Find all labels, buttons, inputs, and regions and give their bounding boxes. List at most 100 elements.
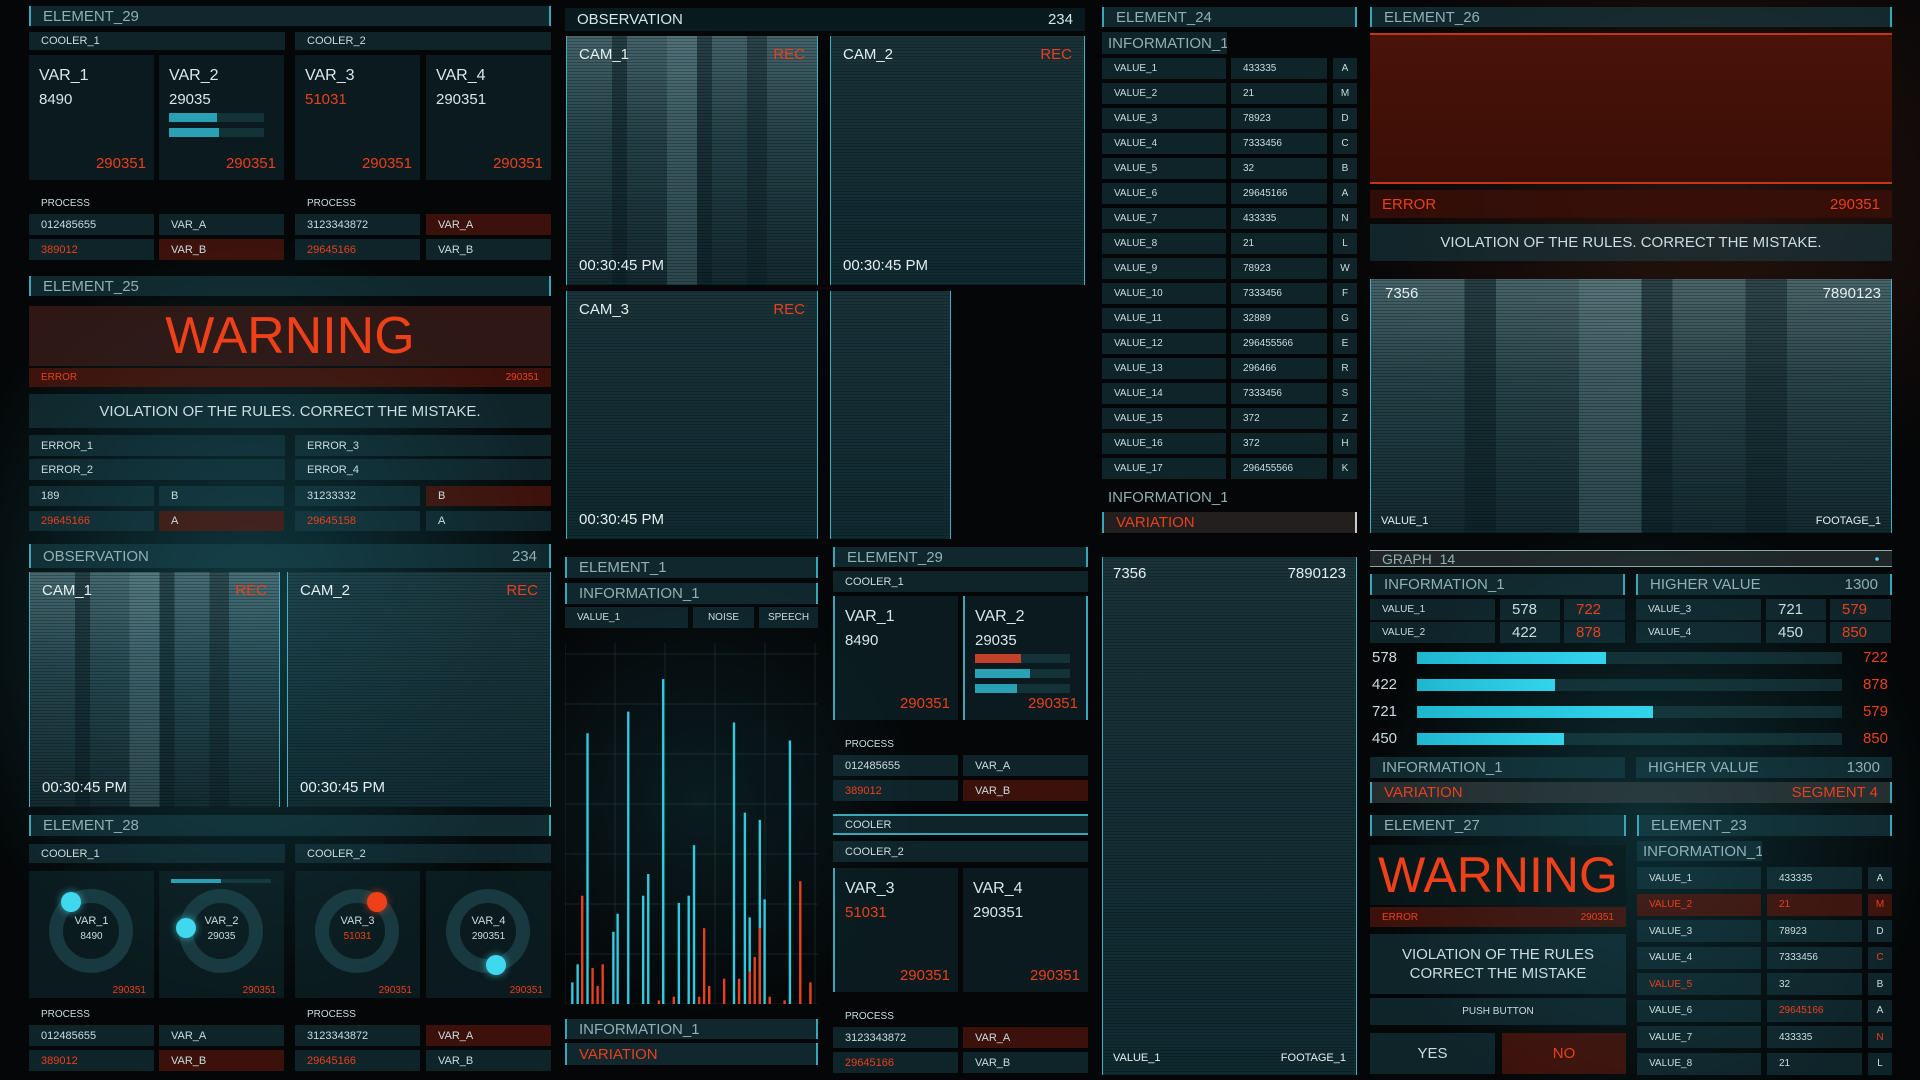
- dial-label: VAR_3: [340, 915, 375, 927]
- red-bar: [581, 895, 584, 1004]
- value-row-value: 7333456: [1231, 383, 1327, 404]
- no-button[interactable]: NO: [1502, 1033, 1626, 1074]
- error-row-code: A: [426, 511, 551, 531]
- tab-speech[interactable]: SPEECH: [759, 607, 818, 628]
- dial-indicator-dot[interactable]: [176, 917, 197, 938]
- graph-value: 578: [1500, 599, 1560, 620]
- value-row-code: H: [1333, 433, 1357, 454]
- cooler-1-label: COOLER_1: [833, 571, 1088, 592]
- value-row-value: 32: [1231, 158, 1327, 179]
- push-button[interactable]: PUSH BUTTON: [1370, 998, 1626, 1025]
- dial-footer-value: 290351: [112, 985, 146, 996]
- value-row-value: 29645166: [1231, 183, 1327, 204]
- value-row-code: S: [1333, 383, 1357, 404]
- yes-button[interactable]: YES: [1370, 1033, 1495, 1074]
- red-bar: [601, 964, 604, 1004]
- information-footer-title: INFORMATION_1: [1382, 759, 1503, 776]
- var-footer-value: 290351: [1029, 967, 1080, 984]
- camera-feed-2: CAM_2 REC 00:30:45 PM: [830, 36, 1085, 285]
- information-footer-title: INFORMATION_1: [579, 1020, 700, 1038]
- process-label: PROCESS: [845, 1010, 894, 1022]
- cooler-2-label: COOLER_2: [295, 32, 551, 50]
- var-value: 51031: [305, 91, 347, 108]
- value-row-code: A: [1333, 183, 1357, 204]
- value-row-value: 21: [1767, 893, 1862, 916]
- cam-name: CAM_1: [579, 46, 630, 63]
- tab-noise[interactable]: NOISE: [693, 607, 754, 628]
- value-row-label: VALUE_11: [1102, 308, 1226, 329]
- value-row-label: VALUE_5: [1637, 973, 1761, 995]
- value-row-value: 372: [1231, 433, 1327, 454]
- warning-banner: WARNING: [29, 306, 551, 366]
- higher-value-header: HIGHER VALUE 1300: [1636, 574, 1892, 595]
- dial-value: 51031: [343, 931, 372, 942]
- value-row-label: VALUE_10: [1102, 283, 1226, 304]
- red-bar: [753, 957, 756, 1004]
- cyan-bar: [576, 964, 579, 1004]
- observation-header-value: 234: [511, 547, 537, 565]
- tab-value_1[interactable]: VALUE_1: [565, 607, 688, 628]
- value-row-value: 433335: [1767, 867, 1862, 889]
- value-row-code: N: [1868, 1026, 1892, 1048]
- red-bar: [697, 996, 701, 1004]
- bar-limit-label: 579: [1862, 703, 1888, 720]
- graph-14-header: GRAPH_14: [1370, 550, 1892, 567]
- var-bar-fill: [975, 684, 1017, 693]
- process-var: VAR_B: [426, 239, 551, 260]
- error-code: 290351: [1829, 195, 1880, 213]
- value-row-code: F: [1333, 283, 1357, 304]
- var-label: VAR_4: [973, 880, 1023, 897]
- cam-name: CAM_1: [42, 582, 93, 599]
- graph-limit: 850: [1830, 622, 1891, 643]
- error-row-value: 31233332: [295, 486, 420, 506]
- var-label: VAR_3: [305, 67, 355, 84]
- bar-track: [1417, 652, 1842, 664]
- dial-indicator-dot[interactable]: [366, 891, 387, 912]
- error-display: [1370, 33, 1892, 184]
- cam-name: CAM_3: [579, 301, 630, 318]
- violation-message: VIOLATION OF THE RULES CORRECT THE MISTAK…: [1370, 934, 1626, 994]
- var-bar-fill: [169, 113, 217, 122]
- error-label: ERROR: [41, 372, 78, 383]
- bar-fill: [1417, 733, 1565, 745]
- var-box: VAR_3 51031 290351: [833, 868, 958, 992]
- value-row-label: VALUE_6: [1102, 183, 1226, 204]
- value-row-value: 29645166: [1767, 999, 1862, 1022]
- value-row-code: W: [1333, 258, 1357, 279]
- element-23-header-title: ELEMENT_23: [1651, 817, 1747, 834]
- value-row-label: VALUE_17: [1102, 458, 1226, 479]
- process-label: PROCESS: [41, 1008, 90, 1020]
- value-row-label: VALUE_1: [1637, 867, 1761, 889]
- element-23-header: ELEMENT_23: [1637, 815, 1892, 836]
- var-label: VAR_2: [975, 608, 1025, 625]
- process-id: 012485655: [29, 214, 154, 235]
- value-row-code: R: [1333, 358, 1357, 379]
- bar-fill: [1417, 706, 1653, 718]
- process-id: 3123343872: [833, 1027, 958, 1048]
- footage-top-left-value: 7356: [1385, 285, 1419, 302]
- cyan-bar: [627, 711, 630, 1004]
- value-row-label: VALUE_1: [1102, 58, 1226, 79]
- var-label: VAR_3: [845, 880, 895, 897]
- process-var: VAR_B: [963, 780, 1088, 801]
- var-footer-value: 290351: [361, 155, 412, 172]
- dial-gauge: VAR_2 29035 290351: [159, 871, 284, 998]
- var-footer-value: 290351: [225, 155, 276, 172]
- rec-indicator: REC: [773, 46, 805, 63]
- rec-indicator: REC: [1040, 46, 1072, 63]
- dial-indicator-dot[interactable]: [485, 955, 506, 976]
- element-24-header: ELEMENT_24: [1102, 7, 1357, 27]
- process-id: 29645166: [295, 1050, 420, 1071]
- process-label: PROCESS: [845, 738, 894, 750]
- var-footer-value: 290351: [899, 695, 950, 712]
- information-header: INFORMATION_1: [565, 583, 818, 604]
- error-code: 290351: [505, 372, 539, 383]
- element-29-header: ELEMENT_29: [29, 6, 551, 26]
- cyan-bar: [743, 812, 747, 1004]
- value-row-code: M: [1868, 893, 1892, 916]
- dial-footer-value: 290351: [378, 985, 412, 996]
- value-row-value: 433335: [1767, 1026, 1862, 1048]
- var-value: 8490: [39, 91, 73, 108]
- value-row-code: N: [1333, 208, 1357, 229]
- value-row-value: 372: [1231, 408, 1327, 429]
